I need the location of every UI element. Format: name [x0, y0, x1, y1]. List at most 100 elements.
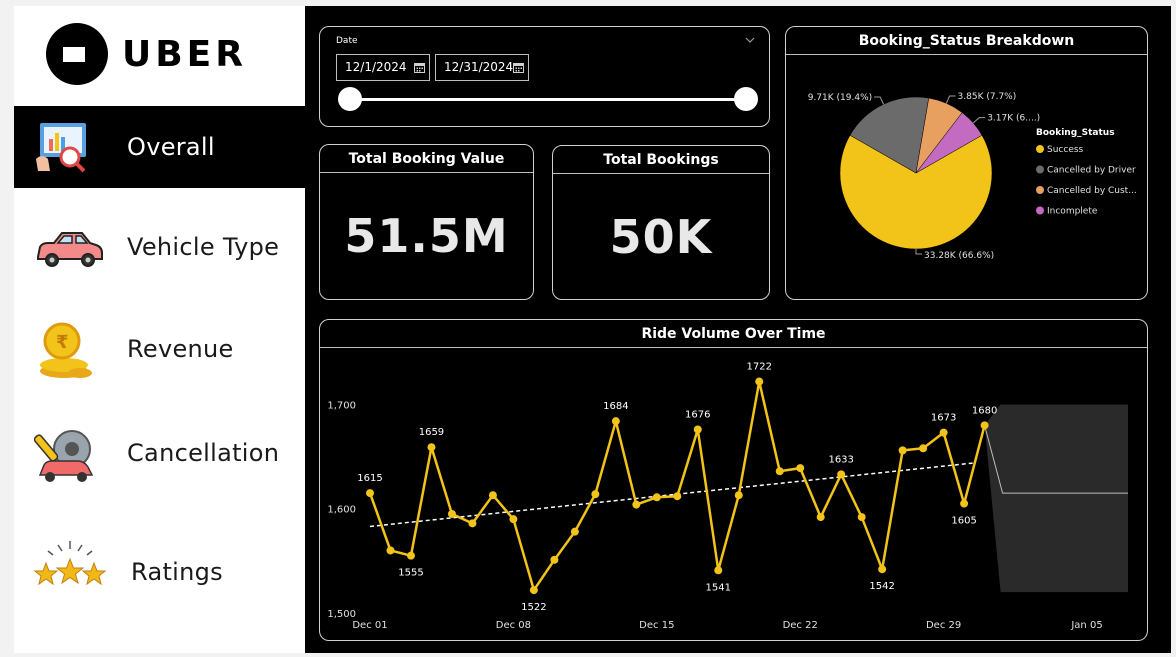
nav-item-overall[interactable]: Overall: [14, 106, 305, 188]
data-point[interactable]: [980, 421, 989, 430]
data-point[interactable]: [468, 519, 477, 528]
nav-item-revenue[interactable]: ₹ Revenue: [14, 308, 305, 390]
data-point[interactable]: [673, 492, 682, 501]
date-range-end-handle[interactable]: [734, 87, 758, 111]
kpi-title: Total Booking Value: [320, 145, 533, 173]
nav-item-cancellation[interactable]: Cancellation: [14, 412, 305, 494]
legend-swatch: [1036, 165, 1044, 174]
data-label: 1541: [706, 582, 731, 593]
data-point[interactable]: [447, 509, 456, 518]
data-point[interactable]: [611, 417, 620, 426]
data-label: 1605: [951, 516, 976, 527]
nav-item-vehicle-type[interactable]: Vehicle Type: [14, 206, 305, 288]
data-point[interactable]: [816, 513, 825, 522]
date-range-start-handle[interactable]: [338, 87, 362, 111]
legend-swatch: [1036, 186, 1044, 194]
chart-title: Ride Volume Over Time: [320, 320, 1147, 348]
booking-status-pie-chart: 33.28K (66.6%) 9.71K (19.4%) 3.85K (7.7%) 3…: [808, 92, 1137, 261]
nav-item-ratings[interactable]: Ratings: [14, 531, 305, 613]
gear-wrench-car-icon: [33, 425, 98, 482]
data-label: 1555: [398, 568, 423, 579]
y-tick-label: 1,500: [327, 609, 356, 620]
pie-data-label: 3.85K (7.7%): [958, 92, 1017, 102]
data-point[interactable]: [919, 444, 928, 453]
start-date-value: 12/1/2024: [345, 60, 407, 74]
data-label: 1659: [419, 427, 444, 438]
svg-text:₹: ₹: [56, 332, 69, 353]
kpi-card-total-booking-value: Total Booking Value 51.5M: [319, 144, 534, 300]
legend-title: Booking_Status: [1036, 128, 1115, 138]
data-point[interactable]: [366, 489, 374, 498]
end-date-value: 12/31/2024: [444, 60, 514, 74]
data-label: 1722: [747, 362, 772, 373]
booking-status-pie-card: Booking_Status Breakdown 33.28K (66.6%) 9…: [785, 26, 1148, 300]
data-point[interactable]: [652, 493, 661, 502]
nav-label-vehicle-type: Vehicle Type: [127, 233, 280, 261]
pie-data-label: 33.28K (66.6%): [924, 251, 994, 261]
chevron-down-icon[interactable]: [745, 37, 755, 44]
data-point[interactable]: [632, 500, 641, 509]
data-point[interactable]: [714, 566, 723, 575]
kpi-title: Total Bookings: [553, 146, 769, 174]
data-point[interactable]: [386, 546, 395, 555]
uber-logo: UBER: [14, 6, 305, 106]
report-frame: UBER Overall Vehicle Type ₹ Revenue Canc…: [0, 0, 1176, 657]
pie-data-label: 3.17K (6....): [987, 114, 1040, 124]
dashboard-magnifier-icon: [34, 119, 98, 175]
series-line-rides: [368, 380, 986, 592]
legend-item[interactable]: Incomplete: [1047, 207, 1098, 217]
x-tick-label: Dec 29: [926, 620, 961, 631]
brand-name: UBER: [122, 34, 247, 75]
rupee-coins-icon: ₹: [34, 321, 98, 378]
x-tick-label: Dec 22: [783, 620, 818, 631]
pie-leader-line: [915, 249, 922, 255]
kpi-card-total-bookings: Total Bookings 50K: [552, 145, 770, 300]
data-label: 1633: [828, 454, 853, 465]
data-point[interactable]: [488, 491, 497, 500]
data-point[interactable]: [837, 470, 846, 479]
data-point[interactable]: [509, 515, 518, 524]
data-point[interactable]: [550, 555, 559, 564]
data-point[interactable]: [406, 551, 415, 560]
data-point[interactable]: [693, 425, 702, 434]
chart-title: Booking_Status Breakdown: [786, 27, 1147, 55]
legend-swatch: [1036, 145, 1044, 153]
start-date-input[interactable]: 12/1/2024: [336, 54, 430, 81]
data-point[interactable]: [734, 491, 743, 500]
date-range-track[interactable]: [350, 98, 746, 101]
data-label: 1615: [357, 473, 382, 484]
date-slicer: Date 12/1/2024 12/31/2024: [319, 26, 770, 127]
data-point[interactable]: [427, 443, 436, 452]
sidebar: UBER Overall Vehicle Type ₹ Revenue Canc…: [14, 6, 305, 653]
stars-icon: [33, 537, 107, 593]
calendar-icon[interactable]: [414, 62, 425, 73]
data-label: 1673: [931, 413, 956, 424]
data-point[interactable]: [755, 377, 764, 386]
data-point[interactable]: [591, 490, 600, 499]
y-tick-label: 1,700: [327, 400, 356, 411]
data-label: 1542: [869, 581, 894, 592]
pie-data-label: 9.71K (19.4%): [808, 93, 872, 103]
end-date-input[interactable]: 12/31/2024: [435, 54, 529, 81]
calendar-icon[interactable]: [513, 62, 524, 73]
pie-leader-line: [874, 96, 885, 105]
data-point[interactable]: [775, 467, 784, 476]
legend-item[interactable]: Success: [1047, 145, 1084, 155]
data-point[interactable]: [939, 428, 948, 437]
data-point[interactable]: [857, 513, 866, 522]
data-point[interactable]: [529, 586, 538, 595]
nav-label-revenue: Revenue: [127, 335, 234, 363]
data-point[interactable]: [570, 527, 579, 536]
legend-item[interactable]: Cancelled by Cust...: [1047, 186, 1137, 196]
legend-item[interactable]: Cancelled by Driver: [1047, 166, 1136, 176]
data-point[interactable]: [796, 464, 805, 473]
x-tick-label: Dec 15: [639, 620, 674, 631]
legend-swatch: [1036, 206, 1044, 215]
data-point[interactable]: [878, 565, 887, 574]
x-tick-label: Dec 08: [496, 620, 531, 631]
y-tick-label: 1,600: [327, 505, 356, 516]
data-point[interactable]: [960, 499, 969, 508]
data-point[interactable]: [898, 446, 907, 455]
date-slicer-label: Date: [336, 36, 358, 46]
data-label: 1684: [603, 401, 628, 412]
